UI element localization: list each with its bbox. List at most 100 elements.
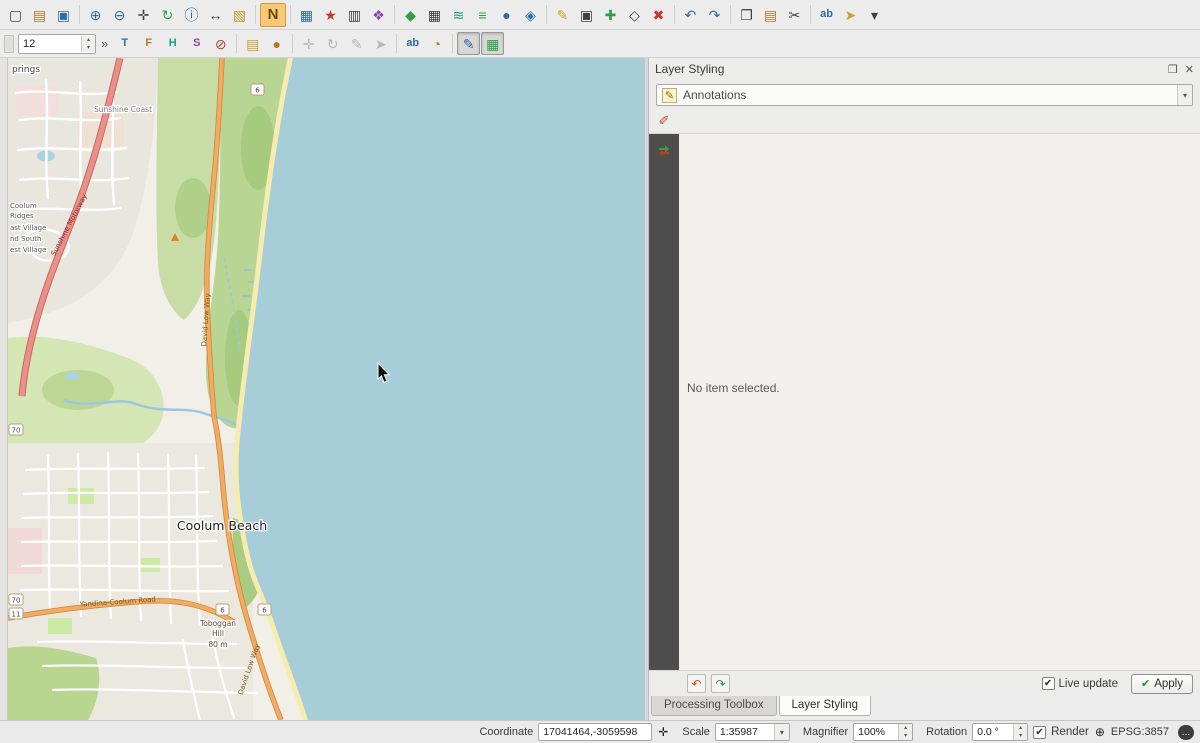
refresh-map-button[interactable]: ↻ <box>156 3 179 26</box>
style-manager-button[interactable]: ❖ <box>367 3 390 26</box>
scale-combobox[interactable]: ▾ <box>715 723 790 741</box>
layer-diagram-options-button[interactable]: ◔ <box>425 32 448 55</box>
add-wms-layer-button[interactable]: ● <box>495 3 518 26</box>
toolbar-extension-button[interactable]: » <box>97 36 112 51</box>
font-size-arrows[interactable]: ▴ ▾ <box>81 36 95 52</box>
magnifier-input[interactable] <box>854 723 898 741</box>
left-dock-edge[interactable] <box>0 58 8 720</box>
scale-input[interactable] <box>716 723 774 741</box>
pin-annotation-button[interactable]: ● <box>265 32 288 55</box>
annotation-style-tab[interactable] <box>651 137 677 163</box>
new-project-button[interactable]: ▢ <box>4 3 27 26</box>
bookmarks-button[interactable]: ★ <box>319 3 342 26</box>
cut-features-button[interactable]: ✂ <box>783 3 806 26</box>
render-checkbox[interactable]: ✔ <box>1033 726 1046 739</box>
close-panel-icon[interactable]: ✕ <box>1185 63 1194 76</box>
add-vector-layer-button[interactable]: ◆ <box>399 3 422 26</box>
zoom-in-button[interactable]: ⊕ <box>84 3 107 26</box>
float-panel-icon[interactable]: ❐ <box>1168 63 1178 76</box>
save-project-button[interactable]: ▣ <box>52 3 75 26</box>
coordinate-input[interactable] <box>539 723 651 741</box>
map-shield-6-south: 6 <box>262 607 267 615</box>
add-delimited-text-button[interactable]: ≡ <box>471 3 494 26</box>
font-size-spinbox[interactable]: ▴ ▾ <box>18 34 96 54</box>
delete-selected-button[interactable]: ✖ <box>647 3 670 26</box>
form-annotation-button[interactable]: F <box>137 32 160 55</box>
render-label[interactable]: Render <box>1051 726 1089 738</box>
north-arrow-plugin-button[interactable]: N <box>260 3 286 27</box>
identify-features-button[interactable]: ⓘ <box>180 3 203 26</box>
change-label-button[interactable]: ✎ <box>345 32 368 55</box>
edit-annotation-button[interactable]: ✎ <box>457 32 480 55</box>
spin-down-icon[interactable]: ▾ <box>1014 732 1027 740</box>
spin-up-icon[interactable]: ▴ <box>1014 724 1027 732</box>
new-layout-button[interactable]: ▥ <box>343 3 366 26</box>
pan-map-button[interactable]: ✛ <box>132 3 155 26</box>
add-feature-button[interactable]: ✚ <box>599 3 622 26</box>
coordinate-capture-icon[interactable]: ✛ <box>657 725 669 739</box>
rotation-input[interactable] <box>973 723 1013 741</box>
rotation-spinbox[interactable]: ▴▾ <box>972 723 1028 741</box>
duplicate-layer-button[interactable]: ▤ <box>241 32 264 55</box>
open-project-button[interactable]: ▤ <box>28 3 51 26</box>
pin-labels-button[interactable]: ➤ <box>839 3 862 26</box>
html-annotation-button[interactable]: H <box>161 32 184 55</box>
apply-button[interactable]: ✔ Apply <box>1131 674 1193 694</box>
remove-annotation-button[interactable]: ⊘ <box>209 32 232 55</box>
live-update-label[interactable]: Live update <box>1059 678 1118 690</box>
chevron-down-icon[interactable]: ▾ <box>774 724 789 740</box>
zoom-out-button[interactable]: ⊖ <box>108 3 131 26</box>
measure-button[interactable]: ↔ <box>204 3 227 26</box>
labeling-toolbar-button[interactable]: ab <box>815 3 838 26</box>
save-edits-button[interactable]: ▣ <box>575 3 598 26</box>
crs-status-button[interactable]: EPSG:3857 <box>1111 726 1169 738</box>
tab-layer-styling[interactable]: Layer Styling <box>779 696 871 716</box>
select-features-button[interactable]: ▧ <box>228 3 251 26</box>
annotation-layer-properties-button[interactable]: ▦ <box>481 32 504 55</box>
map-canvas[interactable]: 6 6 6 70 70 11 Sunshine Motorway David L… <box>8 58 645 720</box>
symbology-button[interactable]: ✐ <box>654 111 674 131</box>
unpin-label-icon: ➤ <box>375 37 387 51</box>
layout-icon: ▥ <box>348 8 361 22</box>
add-mesh-layer-button[interactable]: ≋ <box>447 3 470 26</box>
paste-features-button[interactable]: ▤ <box>759 3 782 26</box>
magnifier-spinbox[interactable]: ▴▾ <box>853 723 913 741</box>
messages-button[interactable]: … <box>1178 725 1194 740</box>
chevron-down-icon[interactable]: ▾ <box>1177 85 1192 105</box>
new-map-view-button[interactable]: ▦ <box>295 3 318 26</box>
tab-processing-toolbox[interactable]: Processing Toolbox <box>651 696 777 716</box>
panel-title: Layer Styling <box>655 62 724 76</box>
svg-annotation-button[interactable]: S <box>185 32 208 55</box>
style-undo-button[interactable]: ↶ <box>687 674 706 693</box>
styling-tab-strip <box>649 134 679 670</box>
toolbar-separator <box>290 5 291 24</box>
style-manager-icon: ❖ <box>372 8 385 22</box>
toggle-editing-button[interactable]: ✎ <box>551 3 574 26</box>
copy-features-button[interactable]: ❐ <box>735 3 758 26</box>
text-annotation-button[interactable]: T <box>113 32 136 55</box>
add-raster-layer-button[interactable]: ▦ <box>423 3 446 26</box>
toolbar-overflow-button[interactable]: ▾ <box>863 3 886 26</box>
style-redo-button[interactable]: ↷ <box>711 674 730 693</box>
crs-globe-icon[interactable]: ⊕ <box>1094 725 1106 739</box>
spin-down-icon[interactable]: ▾ <box>899 732 912 740</box>
layer-selector-combo[interactable]: ✎ Annotations ▾ <box>656 84 1193 106</box>
redo-button[interactable]: ↷ <box>703 3 726 26</box>
spin-up-icon[interactable]: ▴ <box>82 36 95 44</box>
toolbar-grip[interactable] <box>4 35 14 53</box>
live-update-checkbox[interactable]: ✔ <box>1042 677 1055 690</box>
rotate-label-button[interactable]: ↻ <box>321 32 344 55</box>
symbology-brush-icon: ✐ <box>659 113 670 129</box>
add-postgis-layer-button[interactable]: ◈ <box>519 3 542 26</box>
move-label-icon: ✛ <box>303 37 315 51</box>
unpin-label-button[interactable]: ➤ <box>369 32 392 55</box>
layer-labeling-options-button[interactable]: ab <box>401 32 424 55</box>
font-size-input[interactable] <box>19 35 81 53</box>
toolbar-separator <box>730 5 731 24</box>
vertex-tool-button[interactable]: ◇ <box>623 3 646 26</box>
move-label-button[interactable]: ✛ <box>297 32 320 55</box>
spin-down-icon[interactable]: ▾ <box>82 44 95 52</box>
undo-button[interactable]: ↶ <box>679 3 702 26</box>
styling-content-area: No item selected. <box>679 134 1200 670</box>
spin-up-icon[interactable]: ▴ <box>899 724 912 732</box>
